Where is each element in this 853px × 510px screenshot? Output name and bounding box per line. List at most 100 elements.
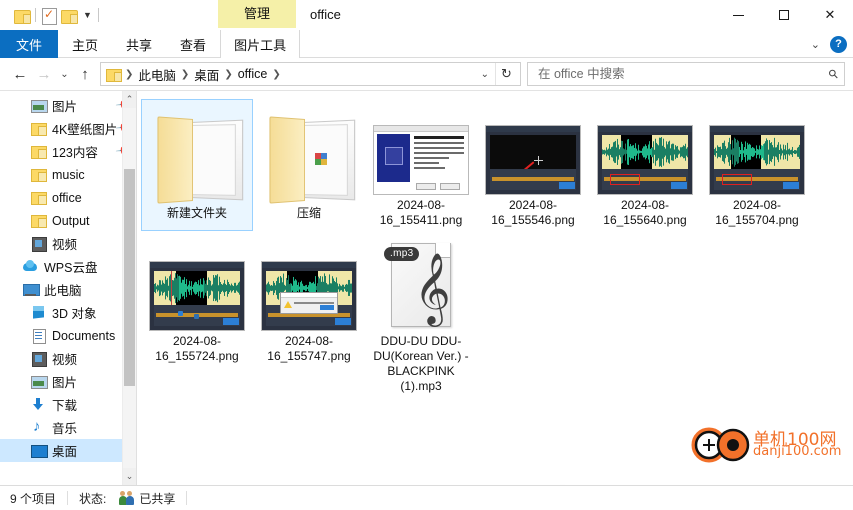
file-item-compressed-folder[interactable]: 压缩 [253,99,365,231]
window-title: office [310,7,341,22]
breadcrumb-separator[interactable]: ❯ [270,69,282,80]
breadcrumb[interactable]: ❯ 此电脑 ❯ 桌面 ❯ office ❯ ⌄ ↻ [100,62,521,86]
minimize-button[interactable] [715,0,761,30]
file-thumbnail [597,103,693,195]
sidebar-item-videos-quick[interactable]: 视频 [0,232,136,255]
sidebar-item-downloads[interactable]: 下载 [0,393,136,416]
sidebar-item-pictures-quick[interactable]: 图片 📌 [0,94,136,117]
folder-icon [30,167,47,182]
item-count: 9 个项目 [10,491,57,506]
tab-picture-tools[interactable]: 图片工具 [220,30,301,58]
explorer-body: 图片 📌 4K壁纸图片 📌 123内容 📌 music [0,90,853,485]
sidebar-item-label: Documents [52,328,116,343]
close-button[interactable]: ✕ [807,0,853,30]
sidebar-item-videos[interactable]: 视频 [0,347,136,370]
chevron-down-icon[interactable]: ⌄ [811,38,820,51]
folder-icon [30,190,47,205]
sidebar-item-label: 此电脑 [44,284,82,298]
sidebar-item-label: 音乐 [52,422,78,436]
file-list-pane[interactable]: 新建文件夹 压缩 2024-08-16_155411.png 2024-08-1… [137,91,853,485]
breadcrumb-dropdown-icon[interactable]: ⌄ [475,69,495,80]
tab-file[interactable]: 文件 [0,30,59,58]
up-button[interactable]: ↑ [73,62,97,86]
sidebar-item-pictures[interactable]: 图片 [0,370,136,393]
title-bar: ▼ 管理 office ✕ [0,0,853,30]
shared-users-icon [119,491,137,505]
sidebar-item-label: 视频 [52,238,78,252]
sidebar-item-4k-wallpaper[interactable]: 4K壁纸图片 📌 [0,117,136,140]
cloud-icon [22,259,39,274]
new-folder-icon[interactable] [61,9,78,24]
scrollbar-thumb[interactable] [124,169,135,386]
search-box[interactable]: ⚲ [527,62,845,86]
file-name: 2024-08-16_155704.png [715,198,799,227]
scroll-up-icon[interactable]: ⌃ [123,91,136,108]
sidebar-item-wps-cloud[interactable]: WPS云盘 [0,255,136,278]
breadcrumb-item-this-pc[interactable]: 此电脑 [135,65,179,84]
back-button[interactable]: ← [8,62,32,86]
help-icon[interactable]: ? [830,35,847,53]
tab-home[interactable]: 主页 [58,30,112,58]
breadcrumb-separator[interactable]: ❯ [179,69,191,80]
sidebar-item-music[interactable]: 音乐 [0,416,136,439]
contextual-tab-group: 管理 [218,0,297,30]
sidebar-item-office[interactable]: office [0,186,136,209]
ribbon-right-controls: ⌄ ? [811,30,847,58]
file-item-new-folder[interactable]: 新建文件夹 [141,99,253,231]
navigation-pane: 图片 📌 4K壁纸图片 📌 123内容 📌 music [0,91,136,485]
3d-objects-icon [30,305,47,320]
tab-view[interactable]: 查看 [166,30,220,58]
file-name: 2024-08-16_155724.png [155,334,239,363]
file-item-png-411[interactable]: 2024-08-16_155411.png [365,99,477,231]
properties-icon[interactable] [42,7,57,25]
sidebar-item-label: 下载 [52,399,78,413]
sidebar-item-123content[interactable]: 123内容 📌 [0,140,136,163]
folder-icon[interactable] [14,9,31,24]
sidebar-item-label: Output [52,213,90,228]
customize-dropdown-icon[interactable]: ▼ [83,10,92,20]
mp3-file-icon: 𝄞 .mp3 [382,239,460,331]
watermark-line-1: 单机100网 [753,430,837,450]
file-thumbnail [261,239,357,331]
breadcrumb-item-desktop[interactable]: 桌面 [191,65,222,84]
sidebar-item-label: office [52,190,82,205]
breadcrumb-separator[interactable]: ❯ [222,69,234,80]
sidebar-scrollbar[interactable]: ⌃ ⌄ [122,91,136,485]
file-thumbnail [149,239,245,331]
address-bar: ← → ⌄ ↑ ❯ 此电脑 ❯ 桌面 ❯ office ❯ ⌄ ↻ ⚲ [0,58,853,90]
file-item-png-747[interactable]: 2024-08-16_155747.png [253,235,365,397]
file-item-mp3[interactable]: 𝄞 .mp3 DDU-DU DDU-DU(Korean Ver.) - BLAC… [365,235,477,397]
file-name: DDU-DU DDU-DU(Korean Ver.) - BLACKPINK (… [373,334,469,393]
file-item-png-546[interactable]: 2024-08-16_155546.png [477,99,589,231]
file-thumbnail [373,103,469,195]
sidebar-item-label: 4K壁纸图片 [52,123,118,137]
recent-locations-button[interactable]: ⌄ [56,62,73,86]
waveform [714,135,800,169]
pictures-icon [30,374,48,389]
search-input[interactable] [536,66,830,82]
archive-emblem-icon [315,153,328,166]
status-value: 已共享 [139,491,176,506]
file-item-png-704[interactable]: 2024-08-16_155704.png [701,99,813,231]
maximize-button[interactable] [761,0,807,30]
forward-button[interactable]: → [32,62,56,86]
annotation-box [722,174,752,185]
sidebar-item-3d-objects[interactable]: 3D 对象 [0,301,136,324]
file-explorer-window: ▼ 管理 office ✕ 文件 主页 共享 查看 图片工具 ⌄ ? ← → ⌄… [0,0,853,510]
refresh-icon[interactable]: ↻ [495,63,517,85]
sidebar-item-music-folder[interactable]: music [0,163,136,186]
tab-share[interactable]: 共享 [112,30,166,58]
treble-clef-icon: 𝄞 [414,251,451,324]
file-name: 压缩 [296,206,321,220]
file-item-png-640[interactable]: 2024-08-16_155640.png [589,99,701,231]
tab-manage[interactable]: 管理 [218,0,297,28]
file-item-png-724[interactable]: 2024-08-16_155724.png [141,235,253,397]
sidebar-item-output[interactable]: Output [0,209,136,232]
dialog-overlay [280,292,338,314]
sidebar-item-desktop[interactable]: 桌面 [0,439,136,462]
sidebar-item-this-pc[interactable]: 此电脑 [0,278,136,301]
sidebar-item-documents[interactable]: Documents [0,324,136,347]
scroll-down-icon[interactable]: ⌄ [123,468,136,485]
thumbnail-image [149,261,245,331]
breadcrumb-item-office[interactable]: office [235,67,271,81]
